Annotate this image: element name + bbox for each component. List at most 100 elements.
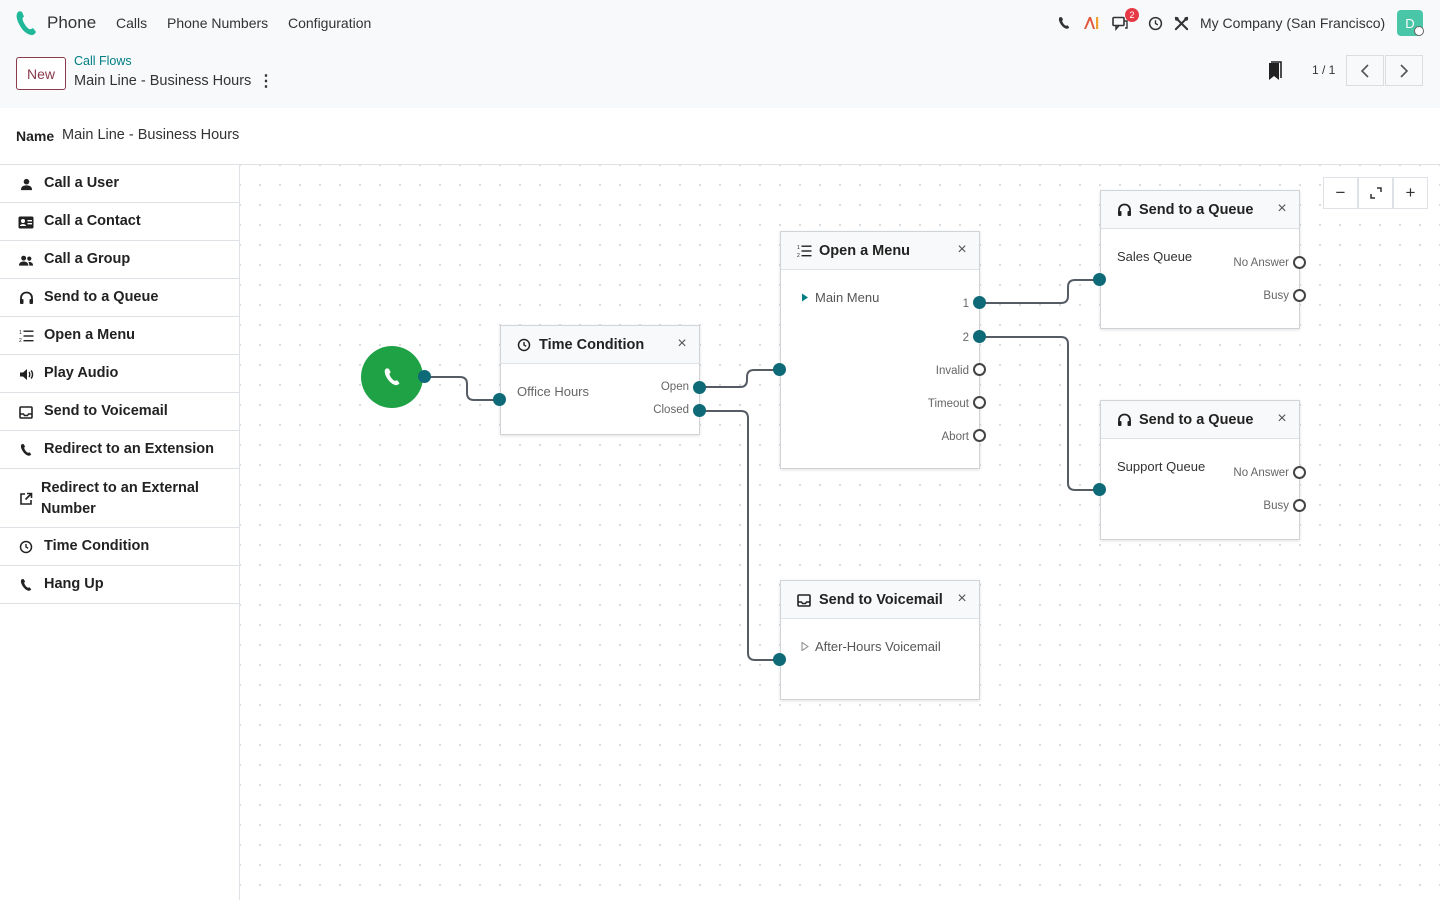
sidebar-item-send-to-a-queue[interactable]: Send to a Queue	[0, 279, 239, 317]
new-button[interactable]: New	[16, 57, 66, 90]
node-header: Send to Voicemail ×	[781, 581, 979, 619]
external-link-icon	[18, 491, 34, 507]
pager-next-button[interactable]	[1385, 55, 1423, 86]
menu-output-port-2[interactable]	[973, 330, 986, 343]
node-title: Open a Menu	[819, 243, 911, 259]
sidebar-item-redirect-to-an-external-number[interactable]: Redirect to an External Number	[0, 469, 239, 528]
close-icon[interactable]: ×	[955, 241, 969, 259]
app-name[interactable]: Phone	[47, 13, 96, 33]
name-field-label: Name	[16, 128, 55, 144]
menu-phone-numbers[interactable]: Phone Numbers	[167, 15, 268, 31]
zoom-in-button[interactable]: +	[1393, 177, 1428, 209]
fit-view-button[interactable]	[1358, 177, 1393, 209]
menu-sub-label: Main Menu	[815, 290, 880, 305]
chevron-left-icon	[1360, 63, 1369, 78]
voicemail-inbox-icon	[18, 404, 34, 420]
ai-systray-icon[interactable]	[1082, 13, 1102, 33]
menu-output-port-invalid[interactable]	[973, 363, 986, 376]
breadcrumb-call-flows[interactable]: Call Flows	[74, 54, 132, 68]
menu-output-port-abort[interactable]	[973, 429, 986, 442]
close-icon[interactable]: ×	[1275, 410, 1289, 428]
pager-value[interactable]: 1 / 1	[1312, 63, 1335, 77]
sidebar-item-label: Redirect to an Extension	[44, 441, 215, 457]
sidebar-item-time-condition[interactable]: Time Condition	[0, 528, 239, 566]
support-queue-input-port[interactable]	[1093, 483, 1106, 496]
menu-sub-link[interactable]: Main Menu	[801, 290, 879, 305]
node-schedule-name: Office Hours	[517, 384, 590, 399]
sidebar-item-call-a-contact[interactable]: Call a Contact	[0, 203, 239, 241]
node-title: Time Condition	[539, 337, 645, 353]
node-open-a-menu[interactable]: 12 Open a Menu × Main Menu 1 2 Invalid T…	[780, 231, 980, 469]
sidebar-item-label: Call a User	[44, 175, 119, 191]
contact-card-icon	[18, 214, 34, 230]
queue-name: Support Queue	[1117, 459, 1206, 474]
node-send-to-voicemail[interactable]: Send to Voicemail × After-Hours Voicemai…	[780, 580, 980, 700]
support-queue-no-answer-port[interactable]	[1293, 466, 1306, 479]
node-title: Send to Voicemail	[819, 592, 943, 608]
queue-name: Sales Queue	[1117, 249, 1193, 264]
zoom-out-button[interactable]: −	[1323, 177, 1358, 209]
menu-configuration[interactable]: Configuration	[288, 15, 371, 31]
sidebar-item-label: Play Audio	[44, 365, 119, 381]
sidebar-item-label: Call a Group	[44, 251, 131, 267]
start-output-port[interactable]	[418, 370, 431, 383]
hang-up-icon	[18, 577, 34, 593]
sales-queue-no-answer-port[interactable]	[1293, 256, 1306, 269]
company-switcher[interactable]: My Company (San Francisco)	[1200, 15, 1385, 31]
bookmark-icon[interactable]	[1266, 61, 1284, 83]
caret-right-icon	[801, 642, 809, 651]
user-icon	[18, 176, 34, 192]
phone-systray-icon[interactable]	[1054, 13, 1074, 33]
sales-queue-busy-port[interactable]	[1293, 289, 1306, 302]
node-title: Send to a Queue	[1139, 202, 1254, 218]
debug-tools-icon[interactable]	[1171, 13, 1191, 33]
menu-output-port-timeout[interactable]	[973, 396, 986, 409]
sidebar-item-label: Redirect to an External Number	[41, 480, 199, 517]
sidebar-item-open-a-menu[interactable]: 12 Open a Menu	[0, 317, 239, 355]
phone-app-logo-icon[interactable]	[14, 9, 38, 37]
sidebar-item-label: Open a Menu	[44, 327, 136, 343]
sidebar-item-label: Send to a Queue	[44, 289, 159, 305]
sales-queue-input-port[interactable]	[1093, 273, 1106, 286]
sidebar-item-redirect-to-an-extension[interactable]: Redirect to an Extension	[0, 431, 239, 469]
support-queue-busy-port[interactable]	[1293, 499, 1306, 512]
voicemail-sub-link[interactable]: After-Hours Voicemail	[801, 639, 941, 654]
time-condition-closed-port[interactable]	[693, 404, 706, 417]
sidebar-item-play-audio[interactable]: Play Audio	[0, 355, 239, 393]
phone-icon	[18, 442, 34, 458]
node-header: Send to a Queue ×	[1101, 191, 1299, 229]
output-label-no-answer: No Answer	[1233, 467, 1289, 479]
start-node[interactable]	[361, 346, 423, 408]
menu-input-port[interactable]	[773, 363, 786, 376]
headset-icon	[1116, 412, 1132, 428]
svg-text:1: 1	[19, 330, 22, 336]
close-icon[interactable]: ×	[955, 590, 969, 608]
menu-output-port-1[interactable]	[973, 296, 986, 309]
actions-menu-icon[interactable]: ⋮	[258, 72, 274, 90]
headset-icon	[18, 290, 34, 306]
voicemail-inbox-icon	[796, 592, 812, 608]
close-icon[interactable]: ×	[675, 335, 689, 353]
close-icon[interactable]: ×	[1275, 200, 1289, 218]
sidebar-item-call-a-group[interactable]: Call a Group	[0, 241, 239, 279]
node-send-to-queue-sales[interactable]: Send to a Queue × Sales Queue No Answer …	[1100, 190, 1300, 329]
time-condition-open-port[interactable]	[693, 381, 706, 394]
presence-status-icon	[1414, 26, 1424, 36]
breadcrumb-current-record: Main Line - Business Hours	[74, 73, 252, 89]
sidebar-item-call-a-user[interactable]: Call a User	[0, 165, 239, 203]
sidebar-item-label: Hang Up	[44, 576, 104, 592]
voicemail-input-port[interactable]	[773, 653, 786, 666]
sidebar-item-send-to-voicemail[interactable]: Send to Voicemail	[0, 393, 239, 431]
output-label-busy: Busy	[1263, 500, 1289, 512]
node-send-to-queue-support[interactable]: Send to a Queue × Support Queue No Answe…	[1100, 400, 1300, 540]
sidebar-item-hang-up[interactable]: Hang Up	[0, 566, 239, 604]
headset-icon	[1116, 202, 1132, 218]
name-field-input[interactable]: Main Line - Business Hours	[62, 127, 239, 143]
sidebar-item-label: Time Condition	[44, 538, 150, 554]
voicemail-sub-label: After-Hours Voicemail	[815, 639, 941, 654]
node-time-condition[interactable]: Time Condition × Office Hours Open Close…	[500, 325, 700, 435]
menu-calls[interactable]: Calls	[116, 15, 147, 31]
pager-previous-button[interactable]	[1346, 55, 1384, 86]
clock-activity-icon[interactable]	[1145, 13, 1165, 33]
time-condition-input-port[interactable]	[493, 393, 506, 406]
